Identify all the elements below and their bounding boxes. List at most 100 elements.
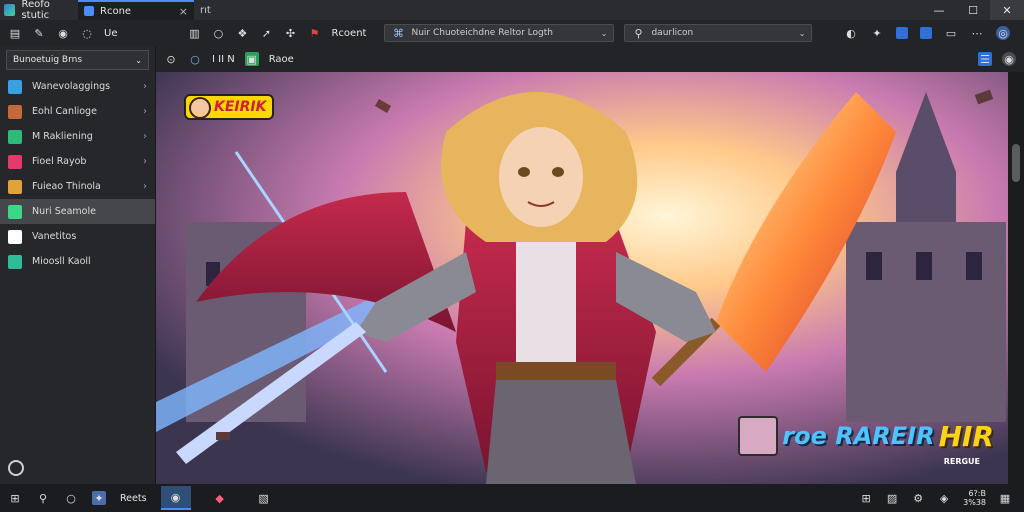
title-logo-text-a: roe RAREIR (782, 422, 935, 450)
taskbar-app-label: Reets (120, 492, 147, 504)
tray-grid-icon[interactable]: ⊞ (859, 491, 873, 505)
chevron-right-icon: › (143, 106, 147, 117)
character-portrait-icon (189, 97, 211, 119)
sidebar-item[interactable]: Vanetitos (0, 224, 155, 249)
search-icon[interactable]: ⚲ (36, 491, 50, 505)
profile-icon[interactable]: ◉ (1002, 52, 1016, 66)
shield-icon[interactable] (920, 27, 932, 39)
expand-icon[interactable]: ✣ (283, 26, 297, 40)
sidebar-item[interactable]: Wanevolaggings › (0, 74, 155, 99)
extension-icon[interactable]: ✦ (870, 26, 884, 40)
system-tray: ⊞ ▨ ⚙ ◈ 6?:B 3%38 ▦ (859, 489, 1024, 507)
title-logo-badge: roe RAREIR HIR RERGUE (738, 416, 994, 466)
account-icon[interactable]: ◎ (996, 26, 1010, 40)
viewer-icon: ▧ (258, 491, 269, 505)
chevron-down-icon[interactable]: ⌄ (601, 29, 608, 38)
maximize-button[interactable]: ☐ (956, 0, 990, 20)
panel-toggle-icon[interactable]: ▤ (8, 26, 22, 40)
game-logo-badge: KEIRIK (184, 94, 275, 120)
sidebar-dropdown[interactable]: Bunoetuig Brns ⌄ (6, 50, 149, 70)
close-window-button[interactable]: ✕ (990, 0, 1024, 20)
sidebar-dropdown-label: Bunoetuig Brns (13, 55, 83, 65)
vertical-scrollbar[interactable] (1008, 72, 1024, 484)
edit-icon[interactable]: ✎ (32, 26, 46, 40)
browser-icon: ◉ (170, 490, 181, 504)
notifications-icon[interactable]: ▦ (998, 491, 1012, 505)
new-tab-button[interactable]: rıt (200, 5, 211, 16)
task-view-icon[interactable]: ○ (64, 491, 78, 505)
clock-time: 6?:B (968, 489, 986, 498)
subbar-label-b: Raoe (268, 53, 294, 65)
theme-icon[interactable]: ◐ (844, 26, 858, 40)
blue-menu-icon[interactable]: ☰ (978, 52, 992, 66)
browser-tab[interactable]: Rcone × (78, 0, 194, 20)
sidebar-item-icon (8, 154, 22, 169)
green-app-icon[interactable]: ▣ (244, 52, 259, 66)
search-placeholder: daurlicon (651, 28, 694, 38)
address-bar[interactable]: ⌘ Nuir Chuoteichdne Reltor Logth ⌄ (384, 24, 615, 42)
sidebar-item[interactable]: Mioosll Kaoll (0, 249, 155, 274)
tray-volume-icon[interactable]: ◈ (937, 491, 951, 505)
settings-circle-icon[interactable] (8, 460, 24, 476)
reload-icon[interactable]: ○ (211, 26, 225, 40)
columns-icon[interactable]: ▥ (187, 26, 201, 40)
title-bar: Reofo stutic Rcone × rıt — ☐ ✕ (0, 0, 1024, 21)
search-input[interactable]: ⚲ daurlicon ⌄ (624, 24, 813, 42)
address-text: Nuir Chuoteichdne Reltor Logth (411, 28, 553, 38)
refresh-icon[interactable]: ◌ (80, 26, 94, 40)
sidebar-item[interactable]: Nuri Seamole (0, 199, 155, 224)
taskbar-media-button[interactable]: ◆ (205, 486, 235, 510)
bookmark-label[interactable]: Rcoent (331, 28, 366, 39)
search-dropdown-icon[interactable]: ⌄ (799, 29, 806, 38)
tray-image-icon[interactable]: ▨ (885, 491, 899, 505)
clock-date: 3%38 (963, 498, 986, 507)
game-logo-text: KEIRIK (214, 99, 267, 115)
system-clock[interactable]: 6?:B 3%38 (963, 489, 986, 507)
sidebar-item-label: M Rakliening (32, 131, 93, 142)
app-header: Reofo stutic (0, 0, 78, 21)
sidebar-item[interactable]: Eohl Canlioge › (0, 99, 155, 124)
sidebar-item-label: Wanevolaggings (32, 81, 111, 92)
search-field-icon: ⚲ (634, 26, 643, 40)
more-icon[interactable]: ⋯ (970, 26, 984, 40)
taskbar-browser-button[interactable]: ◉ (160, 486, 191, 510)
tab-close-icon[interactable]: × (179, 5, 188, 18)
toolbar-right: ◐ ✦ ▭ ⋯ ◎ (844, 26, 1024, 40)
pinned-app-icon[interactable]: ✦ (92, 491, 106, 505)
tab-title: Rcone (100, 5, 132, 17)
record-icon[interactable]: ○ (188, 52, 202, 66)
sidebar-item-label: Nuri Seamole (32, 206, 96, 217)
search-icon[interactable]: ◉ (56, 26, 70, 40)
start-menu-icon[interactable]: ⊞ (8, 491, 22, 505)
media-app-icon: ◆ (215, 491, 224, 505)
sidebar-item-icon (8, 204, 22, 219)
navigate-icon[interactable]: ➚ (259, 26, 273, 40)
sidebar-item[interactable]: Fioel Rayob › (0, 149, 155, 174)
heroine-portrait-icon (738, 416, 779, 456)
sidebar-item[interactable]: M Rakliening › (0, 124, 155, 149)
scrollbar-thumb[interactable] (1012, 144, 1020, 182)
subbar-label-a: I II N (212, 53, 235, 65)
sidebar: Bunoetuig Brns ⌄ Wanevolaggings › Eohl Can… (0, 46, 156, 484)
target-icon[interactable]: ⊙ (164, 52, 178, 66)
window-controls: — ☐ ✕ (922, 0, 1024, 20)
taskbar: ⊞ ⚲ ○ ✦ Reets ◉ ◆ ▧ ⊞ ▨ ⚙ ◈ 6?:B 3%38 ▦ (0, 484, 1024, 512)
app-icon[interactable] (896, 27, 908, 39)
layers-icon[interactable]: ❖ (235, 26, 249, 40)
chevron-right-icon: › (143, 181, 147, 192)
tray-network-icon[interactable]: ⚙ (911, 491, 925, 505)
bookmark-flag-icon[interactable]: ⚑ (307, 26, 321, 40)
app-window: Reofo stutic Rcone × rıt — ☐ ✕ ▤ ✎ ◉ ◌ U… (0, 0, 1024, 512)
sidebar-item[interactable]: Fuieao Thinola › (0, 174, 155, 199)
sidebar-list: Wanevolaggings › Eohl Canlioge › M Raklienin… (0, 74, 155, 274)
chevron-right-icon: › (143, 81, 147, 92)
minimize-button[interactable]: — (922, 0, 956, 20)
toolbar-label: Ue (104, 27, 118, 39)
taskbar-viewer-button[interactable]: ▧ (249, 486, 279, 510)
sidebar-item-icon (8, 254, 22, 269)
sidebar-item-icon (8, 179, 22, 194)
screen-icon[interactable]: ▭ (944, 26, 958, 40)
app-name: Reofo stutic (21, 0, 50, 21)
app-logo-icon (4, 4, 16, 16)
artwork-viewer: KEIRIK roe RAREIR HIR RERGUE (156, 72, 1008, 484)
